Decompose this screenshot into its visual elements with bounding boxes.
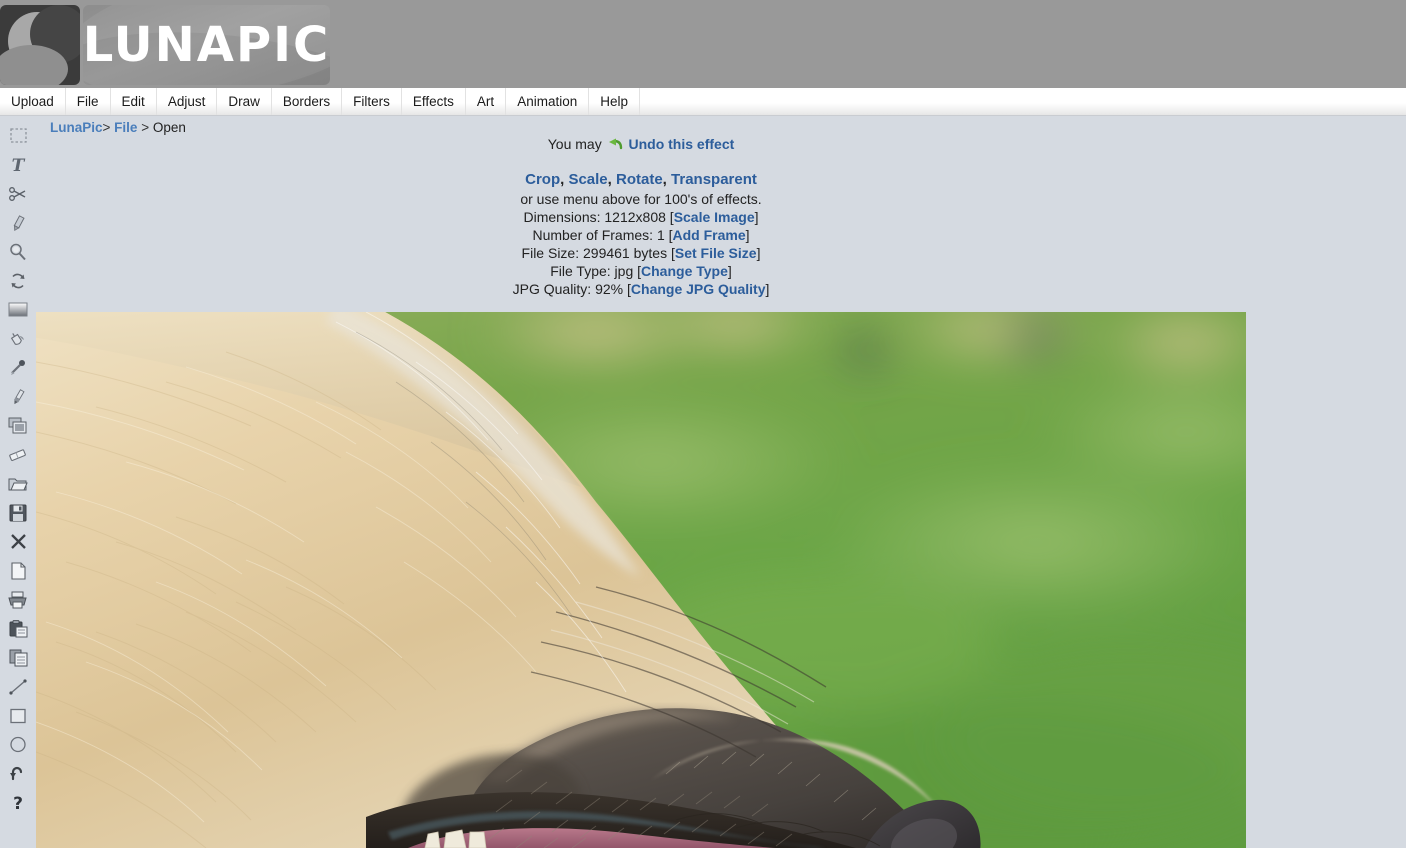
eraser-icon[interactable]	[3, 440, 33, 469]
undo-line: You may Undo this effect	[36, 135, 1246, 155]
paste-clipboard-icon[interactable]	[3, 614, 33, 643]
crop-link[interactable]: Crop	[525, 171, 560, 188]
pencil-icon[interactable]	[3, 208, 33, 237]
app-name: LUNAPIC	[83, 17, 330, 73]
app-logo[interactable]: LUNAPIC	[0, 5, 330, 85]
rotate-link[interactable]: Rotate	[616, 171, 663, 188]
save-disk-icon[interactable]	[3, 498, 33, 527]
layers-icon[interactable]	[3, 411, 33, 440]
menu-item-help[interactable]: Help	[589, 88, 640, 115]
printer-icon[interactable]	[3, 585, 33, 614]
dog-photo	[36, 312, 1246, 848]
undo-arrow-icon[interactable]	[3, 759, 33, 788]
breadcrumb-root[interactable]: LunaPic	[50, 120, 103, 135]
menu-item-art[interactable]: Art	[466, 88, 507, 115]
menu-item-upload[interactable]: Upload	[0, 88, 66, 115]
bracket-close-3: ]	[756, 245, 761, 261]
gradient-fill-icon[interactable]	[3, 295, 33, 324]
line-tool-icon[interactable]	[3, 672, 33, 701]
comma-2: ,	[607, 171, 616, 188]
bracket-close-1: ]	[754, 209, 759, 225]
ellipse-tool-icon[interactable]	[3, 730, 33, 759]
green-undo-arrow-icon	[608, 137, 623, 155]
menubar-filler	[640, 88, 1406, 115]
undo-prefix-text: You may	[547, 136, 602, 152]
left-toolbar: T ?	[0, 117, 36, 848]
menu-item-adjust[interactable]: Adjust	[157, 88, 218, 115]
image-canvas[interactable]	[36, 312, 1246, 848]
help-question-icon[interactable]: ?	[3, 788, 33, 817]
main-menubar: Upload File Edit Adjust Draw Borders Fil…	[0, 88, 1406, 116]
breadcrumb-current: Open	[152, 120, 186, 135]
menu-item-filters[interactable]: Filters	[342, 88, 402, 115]
frames-label: Number of Frames:	[532, 227, 654, 243]
menu-item-effects[interactable]: Effects	[402, 88, 466, 115]
scissors-cut-icon[interactable]	[3, 179, 33, 208]
change-type-link[interactable]: Change Type	[641, 263, 728, 279]
copy-icon[interactable]	[3, 643, 33, 672]
menu-item-borders[interactable]: Borders	[272, 88, 343, 115]
filetype-label: File Type:	[550, 263, 611, 279]
marquee-select-icon[interactable]	[3, 121, 33, 150]
close-x-icon[interactable]	[3, 527, 33, 556]
open-folder-icon[interactable]	[3, 469, 33, 498]
menu-item-animation[interactable]: Animation	[506, 88, 590, 115]
brush-icon[interactable]	[3, 382, 33, 411]
set-file-size-link[interactable]: Set File Size	[675, 245, 757, 261]
add-frame-link[interactable]: Add Frame	[673, 227, 746, 243]
rotate-refresh-icon[interactable]	[3, 266, 33, 295]
quality-row: JPG Quality: 92% [Change JPG Quality]	[36, 280, 1246, 298]
filesize-row: File Size: 299461 bytes [Set File Size]	[36, 244, 1246, 262]
svg-text:?: ?	[13, 794, 23, 812]
quality-value: 92%	[595, 281, 624, 297]
filesize-label: File Size:	[521, 245, 580, 261]
svg-text:T: T	[12, 156, 26, 174]
filesize-value: 299461 bytes	[583, 245, 668, 261]
scale-image-link[interactable]: Scale Image	[674, 209, 755, 225]
text-tool-icon[interactable]: T	[3, 150, 33, 179]
breadcrumb: LunaPic> File > Open	[50, 120, 186, 135]
menu-hint-text: or use menu above for 100's of effects.	[520, 191, 762, 207]
scale-link[interactable]: Scale	[568, 171, 607, 188]
frames-value: 1	[656, 227, 665, 243]
crescent-moon-icon	[0, 5, 80, 85]
breadcrumb-separator-2: >	[141, 120, 150, 135]
undo-this-effect-link[interactable]: Undo this effect	[628, 136, 734, 152]
breadcrumb-separator-1: >	[102, 120, 111, 135]
menu-item-edit[interactable]: Edit	[111, 88, 157, 115]
app-logo-wordmark: LUNAPIC	[83, 5, 330, 85]
bracket-close-2: ]	[745, 227, 750, 243]
app-header: LUNAPIC	[0, 0, 1406, 88]
dimensions-value: 1212x808	[604, 209, 666, 225]
breadcrumb-section[interactable]: File	[114, 120, 137, 135]
eyedropper-icon[interactable]	[3, 353, 33, 382]
filetype-row: File Type: jpg [Change Type]	[36, 262, 1246, 280]
main-content: LunaPic> File > Open You may Undo this e…	[36, 117, 1406, 848]
change-jpg-quality-link[interactable]: Change JPG Quality	[631, 281, 766, 297]
menu-item-draw[interactable]: Draw	[217, 88, 272, 115]
dimensions-label: Dimensions:	[523, 209, 601, 225]
magnifier-zoom-icon[interactable]	[3, 237, 33, 266]
frames-row: Number of Frames: 1 [Add Frame]	[36, 226, 1246, 244]
image-info-panel: You may Undo this effect Crop, Scale, Ro…	[36, 135, 1246, 298]
transparent-link[interactable]: Transparent	[671, 171, 757, 188]
menu-item-file[interactable]: File	[66, 88, 111, 115]
quick-action-links: Crop, Scale, Rotate, Transparent	[36, 171, 1246, 189]
quality-label: JPG Quality:	[512, 281, 592, 297]
rectangle-tool-icon[interactable]	[3, 701, 33, 730]
bracket-close-4: ]	[727, 263, 732, 279]
bracket-close-5: ]	[765, 281, 770, 297]
new-page-icon[interactable]	[3, 556, 33, 585]
dimensions-row: Dimensions: 1212x808 [Scale Image]	[36, 208, 1246, 226]
filetype-value: jpg	[614, 263, 634, 279]
comma-3: ,	[662, 171, 672, 188]
paint-bucket-icon[interactable]	[3, 324, 33, 353]
